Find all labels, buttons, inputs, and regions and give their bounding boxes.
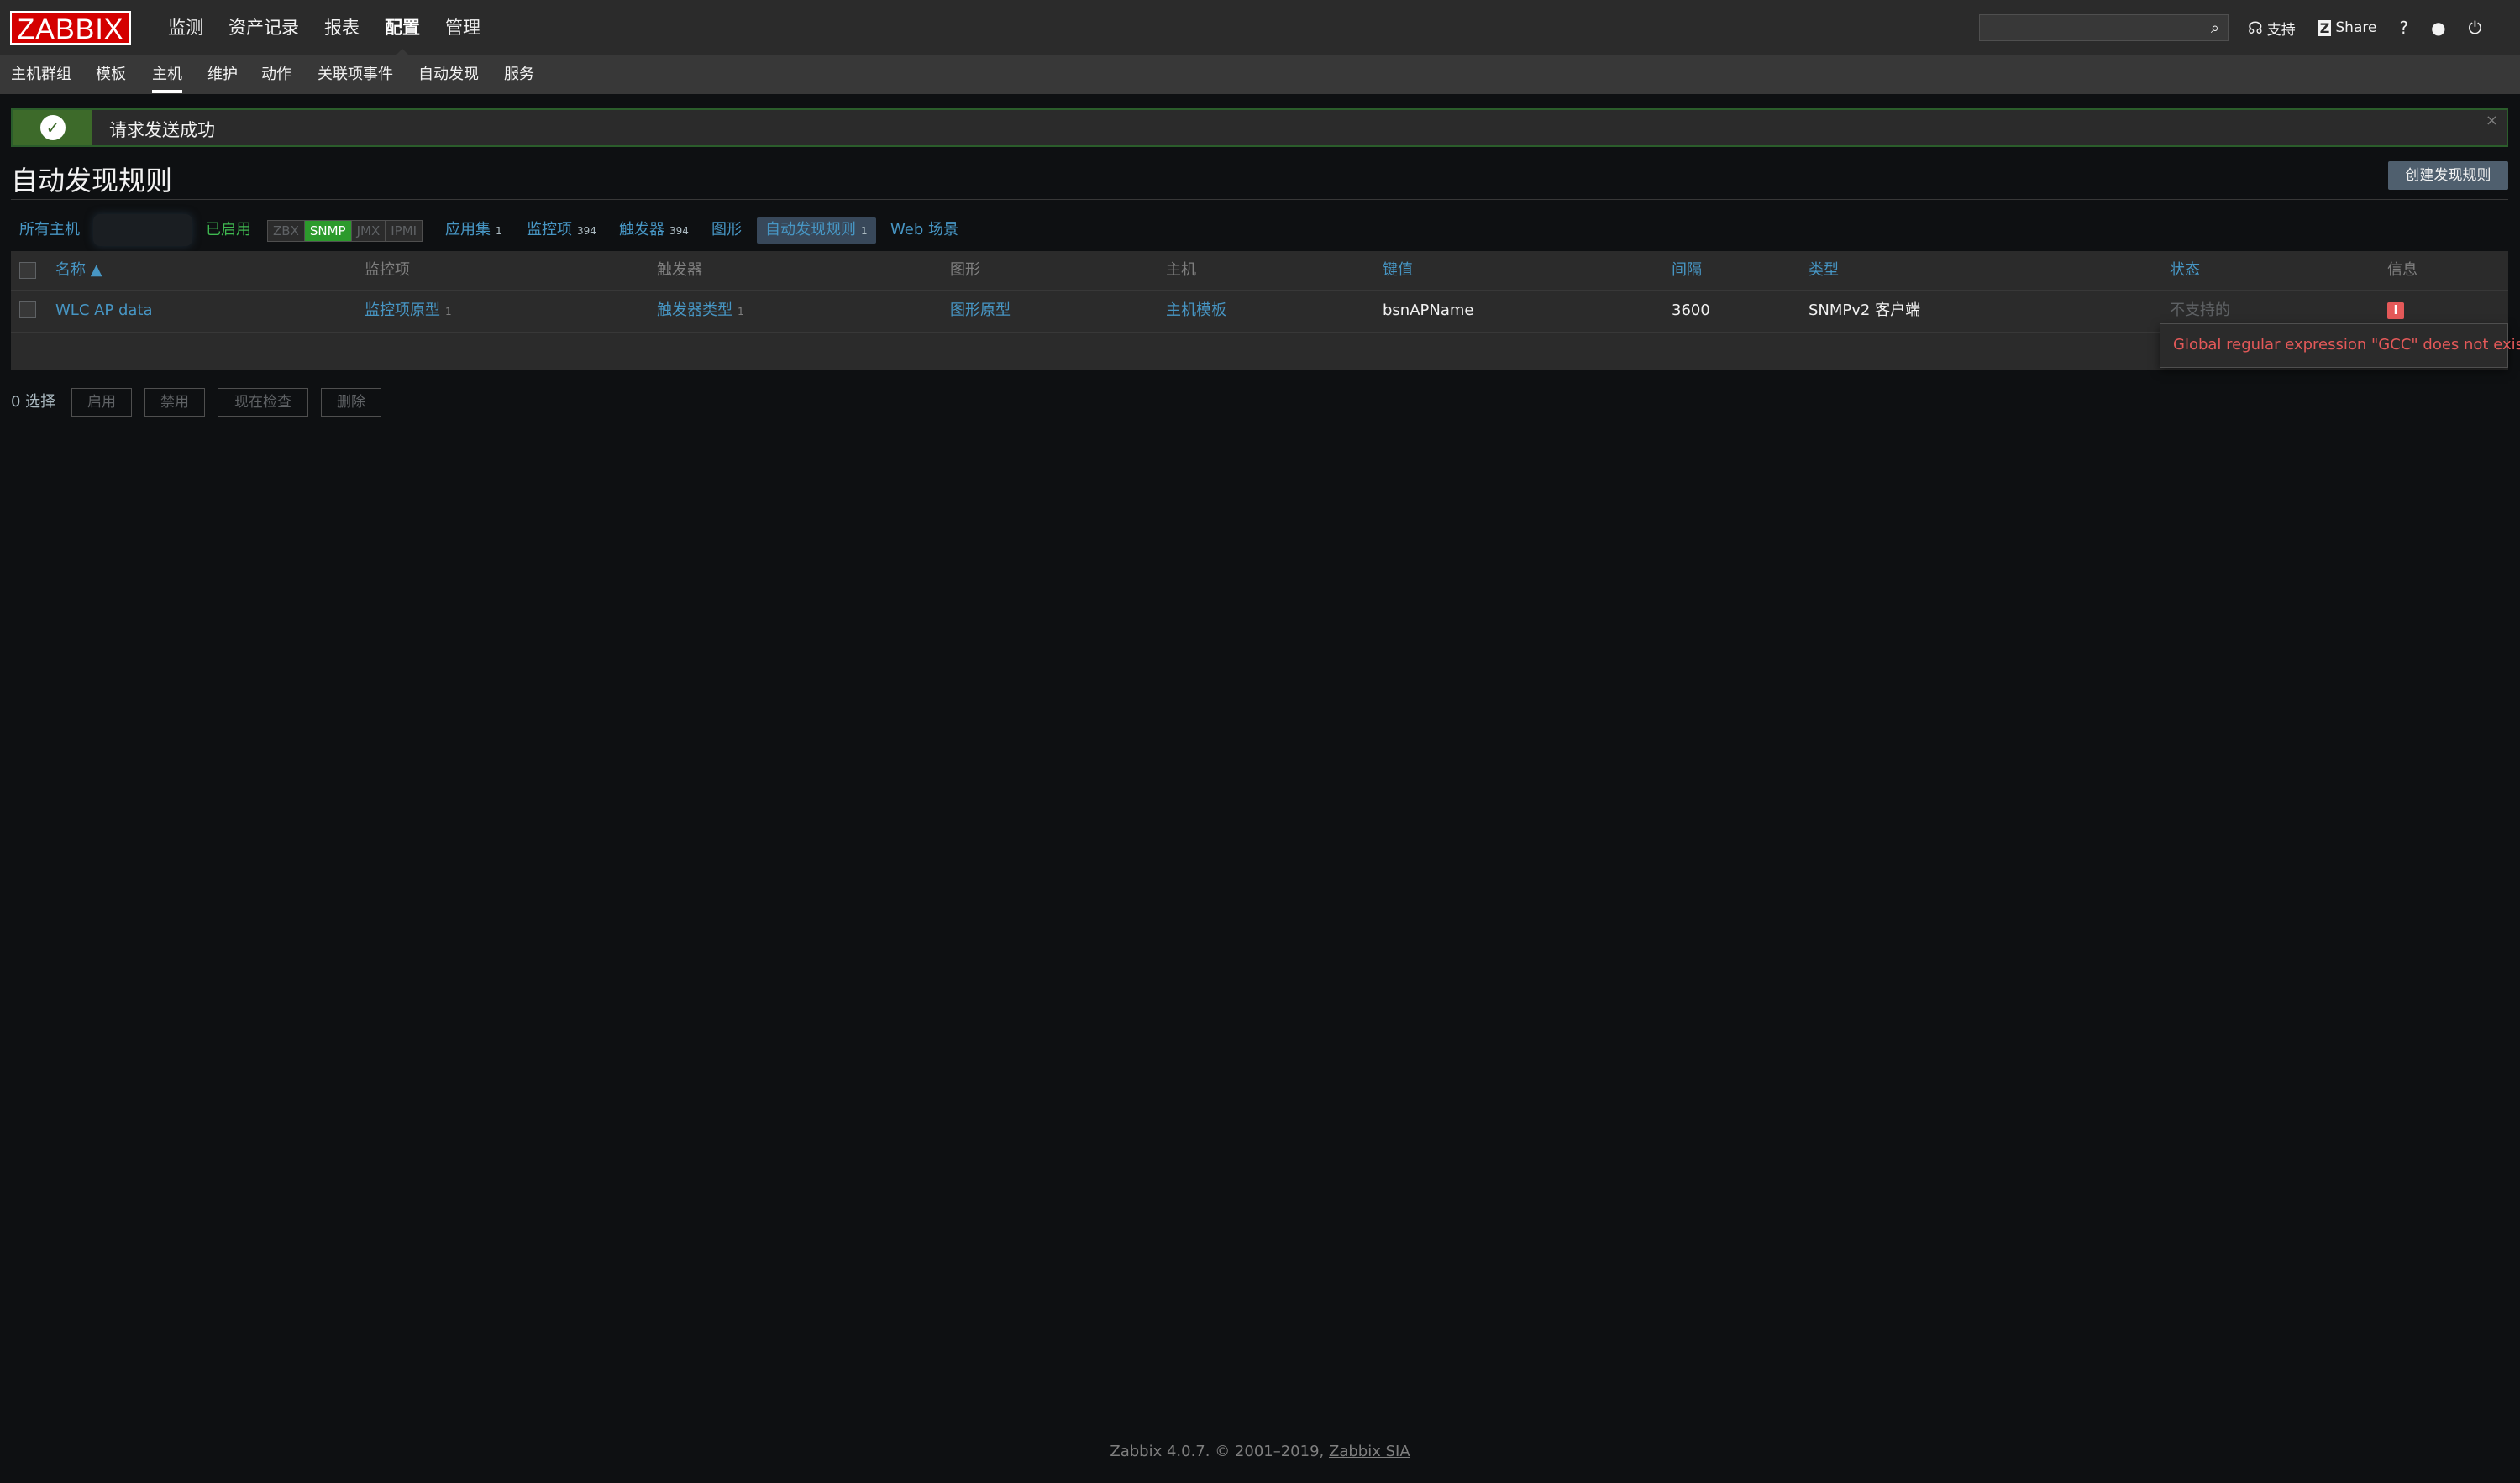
header-items: 监控项 <box>365 261 410 279</box>
help-button[interactable]: ? <box>2399 18 2408 38</box>
message-text: 请求发送成功 <box>109 120 215 140</box>
trigger-prototypes-link[interactable]: 触发器类型 <box>657 301 732 319</box>
disable-button[interactable]: 禁用 <box>144 388 205 417</box>
header-interval[interactable]: 间隔 <box>1672 251 1702 290</box>
zabbix-logo[interactable]: ZABBIX <box>10 11 131 45</box>
header-name[interactable]: 名称 ▲ <box>55 251 102 290</box>
header-hosts: 主机 <box>1166 261 1196 279</box>
items-label: 监控项 <box>527 221 572 238</box>
discovery-rules-table: 名称 ▲ 监控项 触发器 图形 主机 键值 间隔 类型 状态 信息 WLC AP… <box>11 251 2508 370</box>
applications-label: 应用集 <box>445 221 491 238</box>
discovery-label: 自动发现规则 <box>765 221 856 238</box>
main-menu: 监测 资产记录 报表 配置 管理 <box>155 0 493 56</box>
header-triggers: 触发器 <box>657 261 702 279</box>
all-hosts-link[interactable]: 所有主机 <box>19 217 80 243</box>
graphs-link[interactable]: 图形 <box>711 217 742 243</box>
items-link[interactable]: 监控项 394 <box>527 217 596 244</box>
logout-icon[interactable]: ⏻ <box>2469 18 2482 38</box>
page-title: 自动发现规则 <box>11 165 173 197</box>
search-input[interactable]: ⌕ <box>1979 14 2229 41</box>
search-icon[interactable]: ⌕ <box>2211 19 2219 37</box>
snmp-interface: SNMP <box>304 221 352 241</box>
jmx-interface: JMX <box>351 221 386 241</box>
enable-button[interactable]: 启用 <box>71 388 132 417</box>
support-label: 支持 <box>2266 21 2296 39</box>
zabbix-sia-link[interactable]: Zabbix SIA <box>1329 1443 1410 1460</box>
top-links: ☊ 支持 Z Share ? ● ⏻ <box>2248 0 2504 55</box>
availability-interfaces: ZBX SNMP JMX IPMI <box>267 220 423 242</box>
item-prototypes-cell: 监控项原型 1 <box>365 291 452 332</box>
host-status-enabled[interactable]: 已启用 <box>206 217 251 243</box>
host-name-redacted <box>93 214 192 246</box>
header-info: 信息 <box>2387 261 2418 279</box>
subnav-hosts[interactable]: 主机 <box>152 56 182 93</box>
table-footer-area <box>11 333 2508 370</box>
row-checkbox[interactable] <box>19 301 36 318</box>
success-message: ✓ 请求发送成功 × <box>11 108 2508 147</box>
menu-inventory[interactable]: 资产记录 <box>216 0 312 55</box>
host-prototypes-link[interactable]: 主机模板 <box>1166 291 1226 331</box>
share-link[interactable]: Z Share <box>2318 19 2377 36</box>
header-key[interactable]: 键值 <box>1383 251 1413 290</box>
error-info-icon[interactable]: i <box>2387 302 2404 319</box>
interval-value: 3600 <box>1672 301 1710 319</box>
item-prototypes-link[interactable]: 监控项原型 <box>365 301 440 319</box>
selected-count: 0 选择 <box>11 393 56 411</box>
create-discovery-rule-button[interactable]: 创建发现规则 <box>2388 161 2508 190</box>
menu-administration[interactable]: 管理 <box>433 0 493 55</box>
applications-link[interactable]: 应用集 1 <box>445 217 502 244</box>
discovery-count: 1 <box>861 225 868 237</box>
items-count: 394 <box>577 225 596 237</box>
subnav-maintenance[interactable]: 维护 <box>207 56 238 93</box>
tooltip-text: Global regular expression "GCC" does not… <box>2173 336 2520 354</box>
share-z-icon: Z <box>2318 19 2332 36</box>
subnav-discovery[interactable]: 自动发现 <box>418 56 479 93</box>
select-all-checkbox[interactable] <box>19 262 36 279</box>
divider <box>11 199 2508 200</box>
check-now-button[interactable]: 现在检查 <box>218 388 308 417</box>
item-prototypes-count: 1 <box>445 306 452 317</box>
discovery-rules-link[interactable]: 自动发现规则 1 <box>757 217 876 244</box>
triggers-label: 触发器 <box>619 221 664 238</box>
subnav-event-correlation[interactable]: 关联项事件 <box>318 56 393 93</box>
graph-prototypes-link[interactable]: 图形原型 <box>950 291 1011 331</box>
header-graphs: 图形 <box>950 261 980 279</box>
triggers-link[interactable]: 触发器 394 <box>619 217 689 244</box>
header-status[interactable]: 状态 <box>2170 251 2200 290</box>
top-navigation: ZABBIX 监测 资产记录 报表 配置 管理 ⌕ ☊ 支持 Z Share ?… <box>0 0 2520 56</box>
triggers-count: 394 <box>669 225 689 237</box>
headset-icon: ☊ <box>2248 18 2263 38</box>
checkmark-icon: ✓ <box>40 115 66 140</box>
menu-reports[interactable]: 报表 <box>312 0 372 55</box>
error-tooltip: Global regular expression "GCC" does not… <box>2160 323 2520 368</box>
menu-monitoring[interactable]: 监测 <box>155 0 216 55</box>
user-profile-icon[interactable]: ● <box>2431 18 2445 38</box>
key-value: bsnAPName <box>1383 301 1474 319</box>
support-link[interactable]: ☊ 支持 <box>2248 18 2296 39</box>
web-scenarios-link[interactable]: Web 场景 <box>890 217 958 243</box>
menu-configuration[interactable]: 配置 <box>372 0 433 56</box>
trigger-prototypes-cell: 触发器类型 1 <box>657 291 744 332</box>
sub-navigation: 主机群组 模板 主机 维护 动作 关联项事件 自动发现 服务 <box>0 56 2520 94</box>
subnav-services[interactable]: 服务 <box>504 56 534 93</box>
delete-button[interactable]: 删除 <box>321 388 381 417</box>
table-row: WLC AP data 监控项原型 1 触发器类型 1 图形原型 主机模板 bsnA… <box>11 291 2508 333</box>
table-header: 名称 ▲ 监控项 触发器 图形 主机 键值 间隔 类型 状态 信息 <box>11 251 2508 291</box>
subnav-templates[interactable]: 模板 <box>96 56 126 93</box>
header-type[interactable]: 类型 <box>1809 251 1839 290</box>
applications-count: 1 <box>496 225 502 237</box>
type-value: SNMPv2 客户端 <box>1809 301 1921 319</box>
rule-name-link[interactable]: WLC AP data <box>55 291 153 331</box>
footer: Zabbix 4.0.7. © 2001–2019, Zabbix SIA <box>0 1443 2520 1460</box>
ipmi-interface: IPMI <box>386 221 423 241</box>
zbx-interface: ZBX <box>268 221 305 241</box>
footer-text: Zabbix 4.0.7. © 2001–2019, <box>1110 1443 1325 1460</box>
share-label: Share <box>2335 19 2377 36</box>
subnav-actions[interactable]: 动作 <box>261 56 291 93</box>
subnav-host-groups[interactable]: 主机群组 <box>11 56 71 93</box>
trigger-prototypes-count: 1 <box>738 306 744 317</box>
close-icon[interactable]: × <box>2486 112 2498 129</box>
